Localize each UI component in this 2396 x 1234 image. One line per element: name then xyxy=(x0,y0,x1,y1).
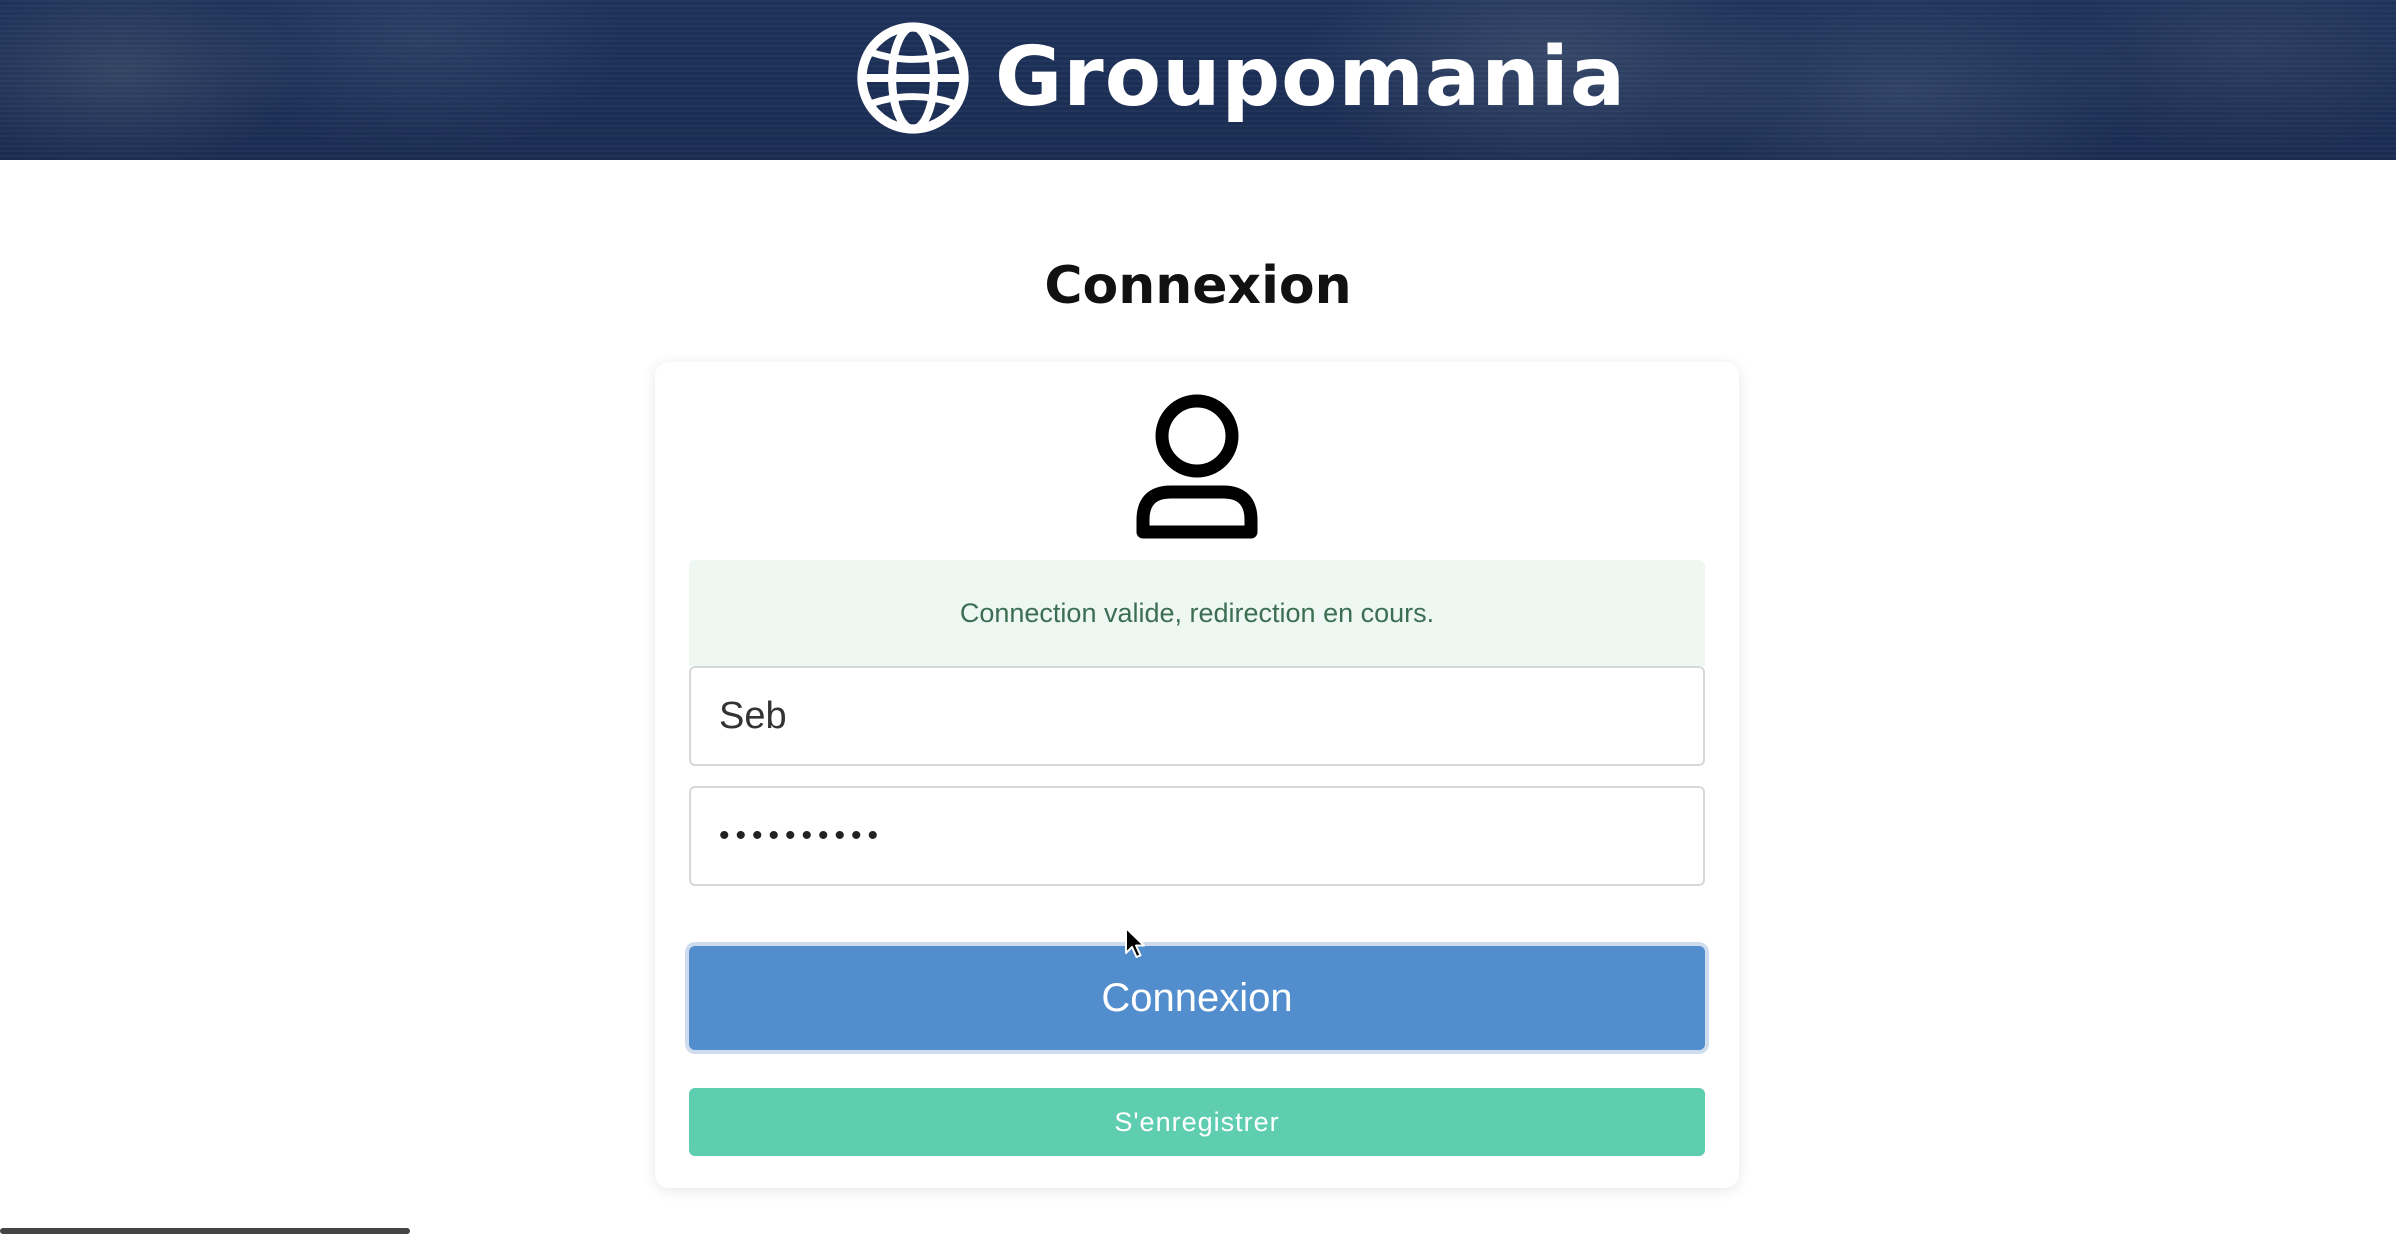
register-button[interactable]: S'enregistrer xyxy=(689,1088,1705,1156)
login-button[interactable]: Connexion xyxy=(689,946,1705,1050)
horizontal-scrollbar[interactable] xyxy=(0,1228,410,1234)
brand-logo[interactable]: Groupomania xyxy=(855,18,1626,138)
brand-name: Groupomania xyxy=(995,30,1627,125)
login-card: Connection valide, redirection en cours.… xyxy=(655,362,1739,1188)
mouse-cursor-icon xyxy=(1125,927,1145,958)
success-alert: Connection valide, redirection en cours. xyxy=(689,560,1705,666)
header-banner: Groupomania xyxy=(0,0,2396,160)
page-title: Connexion xyxy=(1044,256,1352,316)
alert-message: Connection valide, redirection en cours. xyxy=(959,597,1435,628)
globe-icon xyxy=(857,22,969,134)
password-input[interactable] xyxy=(689,786,1705,886)
username-input[interactable] xyxy=(689,666,1705,766)
user-icon xyxy=(1136,394,1258,539)
